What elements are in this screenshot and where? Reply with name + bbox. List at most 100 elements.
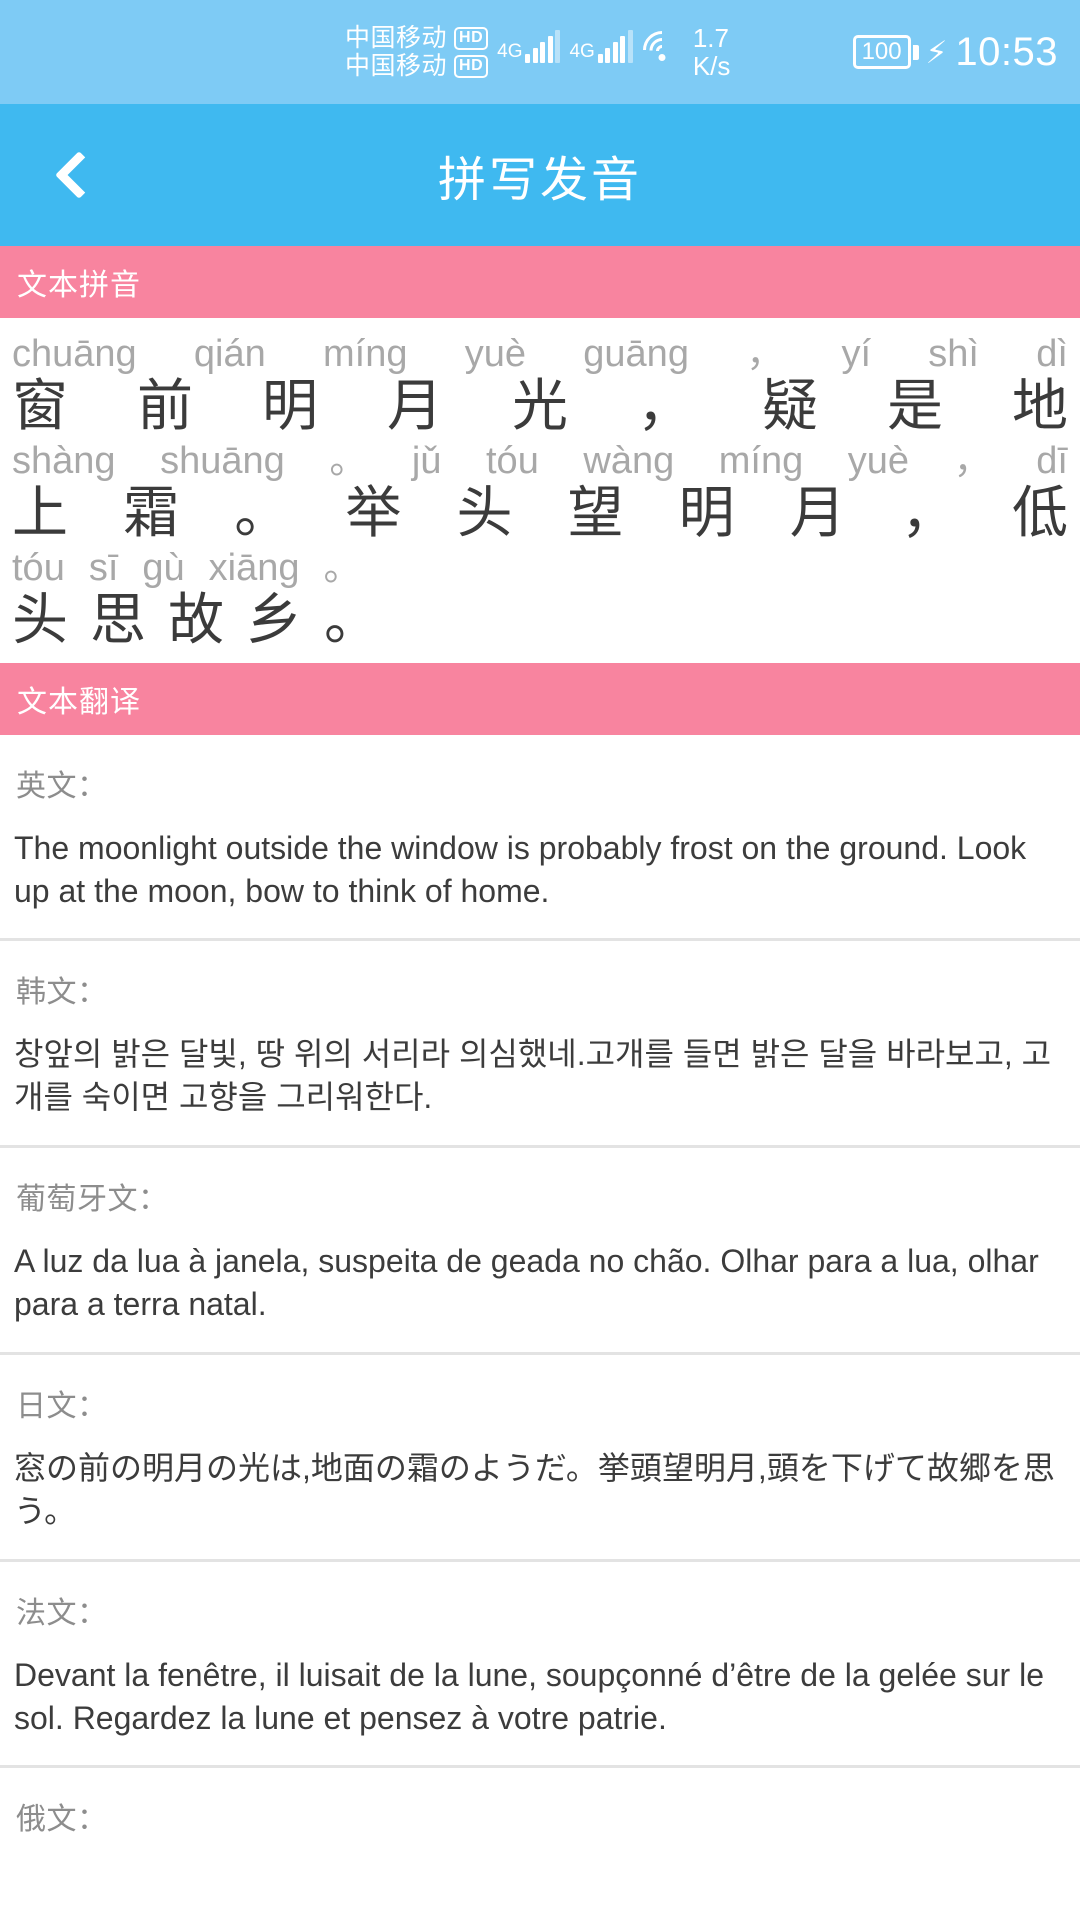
hanzi-character[interactable]: 霜 [123,480,179,546]
pinyin-row-1: shàng shuāng 。 jǔ tóu wàng míng yuè ， dī [10,439,1070,484]
carrier-name-sim2: 中国移动 [345,51,448,80]
pinyin-syllable: yuè [464,333,527,375]
signal-group-sim2: 4G [569,23,633,81]
signal-bars-icon-sim2 [597,30,633,63]
network-speed: 1.7 K/s [693,24,731,80]
hanzi-row-0: 窗 前 明 月 光 ， 疑 是 地 [10,373,1070,439]
translation-item: 葡萄牙文： A luz da lua à janela, suspeita de … [0,1148,1080,1352]
hanzi-character[interactable]: 头 [456,480,512,546]
phone-screen: 中国移动 HD 中国移动 HD 4G 4G 1.7 K/s 100 ⚡ 10:5… [0,0,1080,1920]
translation-text[interactable]: 창앞의 밝은 달빛, 땅 위의 서리라 의심했네.고개를 들면 밝은 달을 바라… [0,1033,1080,1145]
network-speed-unit: K/s [692,51,731,81]
pinyin-syllable: dī [1036,439,1068,482]
status-bar-clock: 10:53 [955,30,1058,74]
pinyin-row-0: chuāng qián míng yuè guāng ， yí shì dì [10,332,1070,377]
pinyin-syllable: yí [841,333,872,375]
translation-item: 韩文： 창앞의 밝은 달빛, 땅 위의 서리라 의심했네.고개를 들면 밝은 달을… [0,941,1080,1146]
carrier-row-sim1: 中国移动 HD [345,23,489,52]
pinyin-syllable: qián [193,333,266,375]
network-type-sim1: 4G [497,41,523,62]
section-header-translation: 文本翻译 [0,662,1080,735]
status-bar-right: 100 ⚡ 10:53 [852,0,1058,104]
page-title: 拼写发音 [437,154,642,207]
hanzi-character[interactable]: 明 [679,480,735,546]
back-button[interactable] [26,104,122,246]
translation-item: 法文： Devant la fenêtre, il luisait de la l… [0,1561,1080,1766]
wifi-icon [634,23,689,77]
translation-language-label: 俄文： [16,1803,108,1837]
status-bar: 中国移动 HD 中国移动 HD 4G 4G 1.7 K/s 100 ⚡ 10:5… [0,0,1080,104]
signal-group-sim1: 4G [497,23,561,81]
pinyin-syllable: shuāng [160,439,285,482]
translation-language-label: 葡萄牙文： [16,1183,169,1217]
pinyin-syllable: míng [718,439,804,482]
translation-text[interactable]: 窓の前の明月の光は,地面の霜のようだ。挙頭望明月,頭を下げて故郷を思う。 [0,1447,1080,1559]
pinyin-block[interactable]: chuāng qián míng yuè guāng， yí shì dì 窗前明月光，疑是地… [0,318,1080,663]
translation-item: 英文： The moonlight outside the window is p… [0,734,1080,939]
hanzi-character[interactable]: 乡 [246,587,302,653]
network-speed-value: 1.7 [692,22,729,53]
carrier-labels: 中国移动 HD 中国移动 HD [345,23,489,80]
hanzi-character[interactable]: 疑 [762,373,818,439]
pinyin-syllable: ， [746,333,785,375]
hanzi-character[interactable]: 前 [137,373,193,439]
chevron-left-icon [54,150,104,200]
hanzi-row-2: 头思故乡。 [10,587,1070,653]
hanzi-character[interactable]: 地 [1012,373,1068,439]
pinyin-syllable: yuè [847,439,910,482]
hanzi-character[interactable]: 。 [234,480,290,546]
hanzi-character[interactable]: 举 [345,480,401,546]
pinyin-syllable: wàng [583,439,675,482]
translation-text[interactable]: The moonlight outside the window is prob… [0,827,1080,939]
hanzi-character[interactable]: 头 [12,587,68,653]
pinyin-syllable: jǔ [411,439,442,482]
carrier-row-sim2: 中国移动 HD [345,51,489,80]
signal-bars-icon-sim1 [525,30,561,63]
hanzi-character[interactable]: 明 [262,373,318,439]
section-header-pinyin: 文本拼音 [0,246,1080,318]
translation-item: 日文： 窓の前の明月の光は,地面の霜のようだ。挙頭望明月,頭を下げて故郷を思う。 [0,1354,1080,1559]
hanzi-character[interactable]: 光 [512,373,568,439]
translation-text[interactable]: A luz da lua à janela, suspeita de geada… [0,1240,1080,1352]
hanzi-character[interactable]: 窗 [12,373,68,439]
status-bar-center: 中国移动 HD 中国移动 HD 4G 4G 1.7 K/s [345,0,730,104]
hanzi-character[interactable]: 思 [90,587,146,653]
battery-icon: 100 [852,35,919,69]
hd-badge-sim1: HD [454,26,489,50]
app-bar: 拼写发音 [0,104,1080,246]
pinyin-row-2: tóu sī gù xiāng 。 [10,546,1070,591]
translation-language-label: 法文： [16,1596,108,1630]
translation-language-label: 英文： [16,769,108,803]
section-header-pinyin-label: 文本拼音 [17,269,141,302]
hanzi-character[interactable]: 低 [1012,480,1068,546]
battery-cap [912,44,919,60]
hanzi-character[interactable]: 上 [12,480,68,546]
charging-bolt-icon: ⚡ [925,34,948,70]
section-header-translation-label: 文本翻译 [17,685,141,719]
pinyin-syllable: shàng [12,439,116,482]
hanzi-character[interactable]: 月 [387,373,443,439]
pinyin-syllable: tóu [486,439,539,482]
pinyin-syllable: chuāng [12,333,137,375]
hanzi-character[interactable]: 望 [568,480,624,546]
translation-text[interactable]: Devant la fenêtre, il luisait de la lune… [0,1654,1080,1766]
translation-item: 俄文： [0,1768,1080,1861]
hd-badge-sim2: HD [454,54,489,78]
hanzi-character[interactable]: 是 [887,373,943,439]
carrier-name-sim1: 中国移动 [345,23,448,52]
hanzi-row-1: 上霜。举头望明月 ， 低 [10,480,1070,546]
hanzi-character[interactable]: 故 [168,587,224,653]
translation-list: 英文： The moonlight outside the window is p… [0,734,1080,1861]
translation-language-label: 韩文： [16,976,108,1010]
hanzi-character[interactable]: 月 [790,480,846,546]
pinyin-syllable: sī [88,546,119,589]
hanzi-character[interactable]: 。 [324,587,380,653]
pinyin-syllable: tóu [12,546,65,589]
network-type-sim2: 4G [569,41,595,62]
battery-level: 100 [852,35,911,69]
pinyin-syllable: shì [928,333,979,375]
hanzi-character[interactable]: ， [637,373,693,439]
hanzi-character[interactable]: ， [901,480,957,546]
pinyin-line: shàng shuāng。 jǔ tóu wàng míng yuè， dī 上霜。举头望明月… [0,439,1080,546]
translation-language-label: 日文： [16,1389,108,1423]
